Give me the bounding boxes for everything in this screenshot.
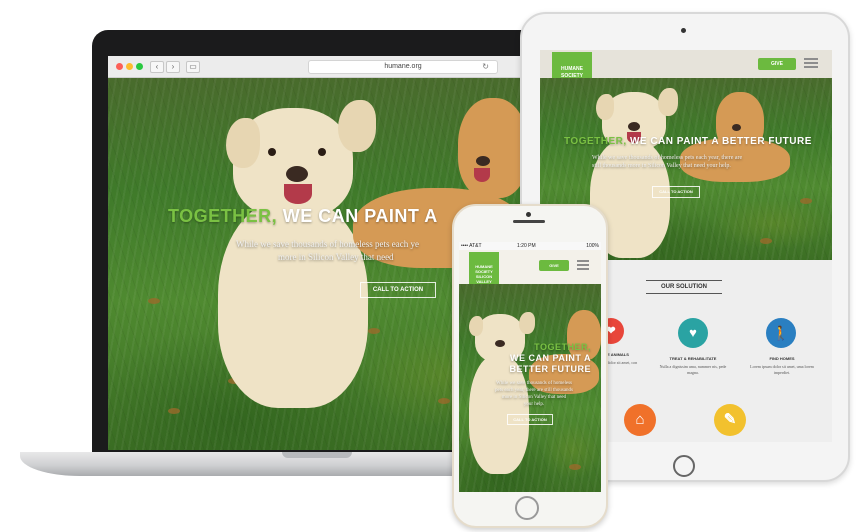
subtitle-line: still thousands more in Silicon Valley t… [592,163,731,169]
call-to-action-button[interactable]: CALL TO ACTION [360,282,436,298]
headline-green-text: TOGETHER, [534,342,591,352]
reload-icon[interactable]: ↻ [482,61,489,73]
tablet-hero-subtitle: While we save thousands of homeless pets… [592,154,822,170]
solution-text: Nulla a dignissim uma, nummer nis, pede … [659,364,727,375]
phone-screen: •••• AT&T 1:20 PM 100% HUMANE SOCIETY SI… [459,242,601,492]
menu-icon[interactable] [577,260,589,272]
laptop-notch [282,452,352,458]
address-bar[interactable]: humane.org ↻ [308,60,498,74]
call-to-action-button[interactable]: CALL TO ACTION [507,414,553,425]
battery-text: 100% [586,243,599,249]
subtitle-line: your help. [523,402,545,407]
headline-white-text: BETTER FUTURE [509,364,591,374]
give-button[interactable]: GIVE [758,58,796,70]
pencil-icon: ✎ [714,404,746,436]
time-text: 1:20 PM [517,243,536,249]
address-text: humane.org [384,63,422,70]
sidebar-icon[interactable]: ▭ [186,61,200,73]
headline-white-text: WE CAN PAINT A BETTER FUTURE [629,136,812,147]
solution-label: FIND HOMES [769,356,795,361]
phone-camera [526,212,531,217]
solution-text: Lorem ipsum dolor sit amet, uma lorem im… [750,364,814,375]
device-mockup-stage: ‹ › ▭ humane.org ↻ TOGETHER, WE CAN PAIN… [0,0,858,532]
headline-green-text: TOGETHER, [564,136,627,147]
forward-icon[interactable]: › [166,61,180,73]
tablet-camera [681,28,686,33]
tablet-home-button [673,455,695,477]
phone-hero-headline: TOGETHER, WE CAN PAINT A BETTER FUTURE [459,342,601,375]
zoom-dot-icon[interactable] [136,63,143,70]
close-dot-icon[interactable] [116,63,123,70]
tablet-hero-headline: TOGETHER, WE CAN PAINT A BETTER FUTURE [564,136,812,147]
subtitle-line: more in Silicon Valley that need [501,395,567,400]
subtitle-line: While we save thousands of homeless pets… [592,155,743,161]
subtitle-line: While we save thousands of homeless [496,381,572,386]
headline-white-text: WE CAN PAINT A [282,206,438,226]
minimize-dot-icon[interactable] [126,63,133,70]
status-bar: •••• AT&T 1:20 PM 100% [459,242,601,250]
light-dog-image [218,198,368,408]
phone-hero-subtitle: While we save thousands of homeless pets… [469,380,599,408]
phone-site-header: HUMANE SOCIETY SILICON VALLEY GIVE [459,250,601,290]
back-icon[interactable]: ‹ [150,61,164,73]
home-icon: ⌂ [624,404,656,436]
solution-label: TREAT & REHABILITATE [669,356,717,361]
person-dog-icon: 🚶 [766,318,796,348]
call-to-action-button[interactable]: CALL TO ACTION [652,186,700,198]
menu-icon[interactable] [804,58,818,70]
laptop-hero-headline: TOGETHER, WE CAN PAINT A [168,206,438,227]
headline-green-text: TOGETHER, [168,206,278,226]
headline-white-text: WE CAN PAINT A [510,353,591,363]
section-title: OUR SOLUTION [646,280,722,294]
give-button[interactable]: GIVE [539,260,569,271]
phone-home-button [515,496,539,520]
subtitle-line: pets each year, there are still thousand… [495,388,573,393]
browser-toolbar: ‹ › ▭ humane.org ↻ [108,56,528,78]
phone-speaker [513,220,545,223]
tablet-site-header: HUMANE SOCIETY SILICON VALLEY GIVE [540,50,832,96]
heart-hands-icon: ♥ [678,318,708,348]
carrier-text: •••• AT&T [461,243,482,249]
